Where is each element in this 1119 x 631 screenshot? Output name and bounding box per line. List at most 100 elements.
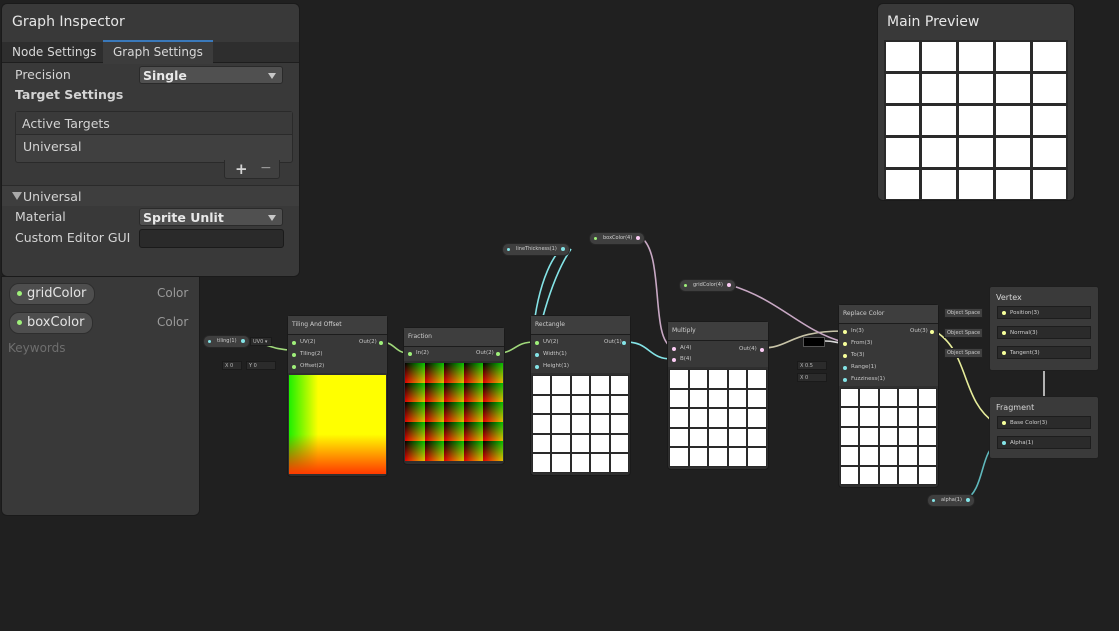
port-dot-icon[interactable]	[760, 348, 764, 352]
grid-color-property-node[interactable]: gridColor(4)	[679, 279, 736, 292]
rectangle-node[interactable]: Rectangle UV(2) Width(1) Height(1) Out(1…	[530, 315, 631, 476]
preview-cell	[552, 415, 570, 433]
port-dot-icon	[240, 339, 245, 343]
fragment-base-color-port[interactable]: Base Color(3)	[997, 416, 1091, 429]
active-targets-label: Active Targets	[22, 116, 110, 131]
vertex-normal-port[interactable]: Normal(3)	[997, 326, 1091, 339]
port-dot-icon[interactable]	[843, 354, 847, 358]
preview-cell	[885, 169, 920, 199]
material-dropdown[interactable]: Sprite Unlit	[139, 208, 283, 226]
line-thickness-property-node[interactable]: lineThickness(1)	[502, 243, 570, 256]
preview-cell	[405, 402, 425, 422]
port-dot-icon[interactable]	[379, 341, 383, 345]
port-dot-icon[interactable]	[292, 341, 296, 345]
uv-channel-dropdown[interactable]: UV0 ▾	[250, 337, 272, 346]
target-item-universal[interactable]: Universal	[23, 139, 81, 154]
fragment-block[interactable]: Fragment Base Color(3) Alpha(1)	[989, 396, 1099, 459]
preview-cell	[728, 370, 747, 388]
preview-cell	[689, 370, 708, 388]
alpha-property-node[interactable]: alpha(1)	[927, 494, 975, 507]
port-dot-icon[interactable]	[672, 358, 676, 362]
node-ports: In(2) Out(2)	[404, 347, 504, 361]
preview-cell	[959, 169, 993, 199]
preview-cell	[922, 137, 957, 167]
tiling-and-offset-node[interactable]: Tiling And Offset UV(2) Tiling(2) Offset…	[287, 315, 388, 477]
preview-cell	[610, 415, 628, 433]
preview-cell	[841, 466, 859, 484]
replace-color-node[interactable]: Replace Color In(3) From(3) To(3) Range(…	[838, 304, 939, 488]
port-dot-icon[interactable]	[930, 330, 934, 334]
port-label: In(2)	[416, 350, 429, 356]
universal-section-header[interactable]: Universal	[2, 186, 299, 206]
preview-cell	[571, 415, 590, 433]
multiply-node[interactable]: Multiply A(4) B(4) Out(4)	[667, 321, 769, 470]
port-dot-icon[interactable]	[535, 365, 539, 369]
preview-cell	[552, 434, 570, 453]
port-dot-icon[interactable]	[843, 330, 847, 334]
object-space-dropdown[interactable]: Object Space	[944, 348, 984, 358]
preview-cell	[899, 389, 917, 407]
precision-label: Precision	[15, 67, 71, 82]
object-space-dropdown[interactable]: Object Space	[944, 328, 984, 338]
main-preview-panel[interactable]: Main Preview	[877, 3, 1075, 201]
port-dot-icon[interactable]	[672, 347, 676, 351]
preview-cell	[748, 370, 766, 388]
preview-cell	[885, 105, 920, 135]
precision-dropdown[interactable]: Single	[139, 66, 283, 84]
fuzziness-field[interactable]: X 0	[797, 373, 827, 382]
fraction-node[interactable]: Fraction In(2) Out(2)	[403, 327, 505, 465]
offset-y-field[interactable]: Y 0	[246, 361, 276, 370]
preview-cell	[591, 415, 609, 433]
vertex-position-port[interactable]: Position(3)	[997, 306, 1091, 319]
offset-x-field[interactable]: X 0	[222, 361, 242, 370]
port-label: Out(2)	[476, 350, 494, 356]
port-dot-icon[interactable]	[843, 378, 847, 382]
vertex-tangent-port[interactable]: Tangent(3)	[997, 346, 1091, 359]
port-dot-icon	[1002, 421, 1006, 425]
preview-cell	[533, 454, 551, 472]
tab-graph-settings[interactable]: Graph Settings	[103, 40, 213, 64]
chevron-down-icon	[268, 215, 276, 221]
preview-cell	[709, 448, 727, 466]
object-space-dropdown[interactable]: Object Space	[944, 308, 984, 318]
port-label: Tangent(3)	[1010, 350, 1040, 356]
node-ports: In(3) From(3) To(3) Range(1) Fuzziness(1…	[839, 324, 938, 386]
preview-cell	[918, 427, 936, 446]
port-dot-icon[interactable]	[496, 352, 500, 356]
port-label: Out(3)	[910, 328, 928, 334]
port-dot-icon[interactable]	[622, 341, 626, 345]
preview-cell	[879, 427, 898, 446]
property-gridColor[interactable]: gridColor	[9, 283, 96, 305]
port-dot-icon[interactable]	[843, 342, 847, 346]
port-dot-icon[interactable]	[843, 366, 847, 370]
preview-cell	[995, 137, 1030, 167]
property-boxColor[interactable]: boxColor	[9, 312, 94, 334]
port-dot-icon[interactable]	[535, 341, 539, 345]
vertex-block[interactable]: Vertex Position(3) Normal(3) Tangent(3)	[989, 286, 1099, 371]
remove-target-button[interactable]: −	[260, 160, 272, 176]
port-dot-icon[interactable]	[535, 353, 539, 357]
color-swatch[interactable]	[803, 337, 825, 347]
property-name: gridColor	[27, 286, 87, 301]
tiling-property-node[interactable]: tiling(1)	[203, 335, 250, 348]
tab-node-settings[interactable]: Node Settings	[2, 42, 106, 62]
preview-cell	[860, 389, 878, 407]
add-target-button[interactable]: +	[235, 160, 248, 178]
box-color-property-node[interactable]: boxColor(4)	[589, 232, 646, 245]
port-label: To(3)	[851, 352, 865, 358]
inspector-title: Graph Inspector	[12, 14, 125, 30]
preview-cell	[860, 427, 878, 446]
port-dot-icon[interactable]	[292, 353, 296, 357]
fragment-alpha-port[interactable]: Alpha(1)	[997, 436, 1091, 449]
preview-cell	[424, 441, 445, 461]
range-field[interactable]: X 0.5	[797, 361, 827, 370]
preview-cell	[728, 409, 747, 427]
preview-cell	[670, 428, 688, 447]
preview-cell	[483, 382, 503, 403]
preview-cell	[728, 448, 747, 466]
port-dot-icon	[965, 498, 970, 502]
port-dot-icon[interactable]	[408, 352, 412, 356]
preview-cell	[899, 408, 917, 426]
port-dot-icon[interactable]	[292, 365, 296, 369]
custom-editor-field[interactable]	[139, 229, 284, 248]
